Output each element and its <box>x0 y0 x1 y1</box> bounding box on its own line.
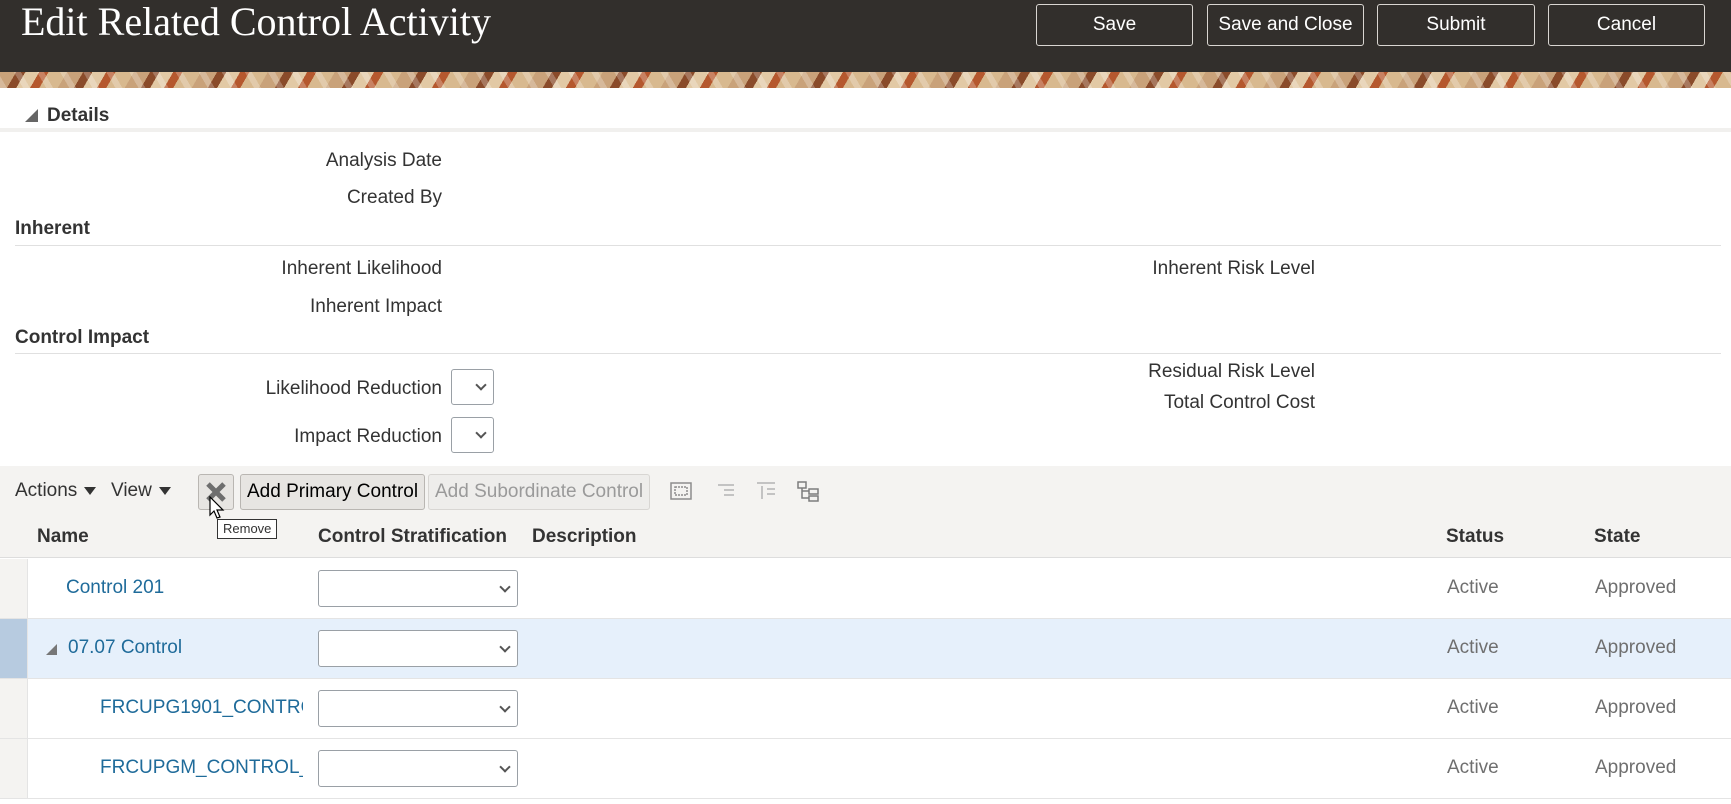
table-row[interactable]: Control 201 Active Approved <box>0 559 1731 619</box>
hierarchy-icon[interactable] <box>796 480 820 502</box>
control-name-link[interactable]: FRCUPG1901_CONTROL1 <box>100 697 303 719</box>
inherent-section-title: Inherent <box>15 218 90 239</box>
actions-menu-label: Actions <box>15 480 78 501</box>
caret-down-icon <box>158 486 171 495</box>
details-header[interactable]: Details <box>0 88 1731 132</box>
inherent-likelihood-label: Inherent Likelihood <box>281 258 442 279</box>
state-value: Approved <box>1595 637 1677 658</box>
chevron-down-icon <box>499 761 511 773</box>
residual-risk-level-label: Residual Risk Level <box>1148 361 1315 382</box>
likelihood-reduction-select[interactable] <box>451 369 494 405</box>
created-by-label: Created By <box>346 187 442 208</box>
control-stratification-select[interactable] <box>318 630 518 667</box>
collapse-triangle-icon[interactable] <box>46 644 57 655</box>
table-toolbar: Actions View Add Primary Control Add Sub… <box>0 466 1731 514</box>
control-name-link[interactable]: FRCUPGM_CONTROL_Da <box>100 757 303 779</box>
chevron-down-icon <box>475 427 487 439</box>
submit-button[interactable]: Submit <box>1377 4 1535 46</box>
page-header: Edit Related Control Activity Save Save … <box>0 0 1731 72</box>
impact-reduction-select[interactable] <box>451 417 494 453</box>
row-selector[interactable] <box>0 559 28 618</box>
save-and-close-button[interactable]: Save and Close <box>1207 4 1364 46</box>
row-selector[interactable] <box>0 679 28 738</box>
description-field[interactable] <box>530 751 1220 785</box>
column-header-stratification[interactable]: Control Stratification <box>318 526 507 548</box>
inherent-impact-label: Inherent Impact <box>309 296 442 317</box>
branding-banner <box>0 72 1731 88</box>
indent-icon[interactable] <box>714 480 738 502</box>
status-value: Active <box>1447 637 1499 658</box>
column-header-description[interactable]: Description <box>532 526 637 548</box>
chevron-down-icon <box>499 581 511 593</box>
details-title: Details <box>47 105 110 126</box>
control-stratification-select[interactable] <box>318 690 518 727</box>
cancel-button[interactable]: Cancel <box>1548 4 1705 46</box>
analysis-date-label: Analysis Date <box>325 150 442 171</box>
table-row[interactable]: FRCUPGM_CONTROL_Da Active Approved <box>0 739 1731 799</box>
divider <box>15 353 1721 354</box>
row-selector[interactable] <box>0 619 28 678</box>
chevron-down-icon <box>475 379 487 391</box>
add-primary-control-button[interactable]: Add Primary Control <box>240 474 426 510</box>
status-value: Active <box>1447 577 1499 598</box>
remove-tooltip: Remove <box>217 519 278 539</box>
control-name-link[interactable]: 07.07 Control <box>68 637 296 659</box>
save-button[interactable]: Save <box>1036 4 1193 46</box>
view-menu[interactable]: View <box>111 480 171 502</box>
caret-down-icon <box>84 486 97 495</box>
total-control-cost-label: Total Control Cost <box>1163 392 1315 413</box>
table-row[interactable]: 07.07 Control Active Approved <box>0 619 1731 679</box>
likelihood-reduction-label: Likelihood Reduction <box>265 378 442 399</box>
inherent-risk-level-label: Inherent Risk Level <box>1152 258 1315 279</box>
divider <box>15 245 1721 246</box>
state-value: Approved <box>1595 697 1677 718</box>
detach-table-icon[interactable] <box>669 480 693 502</box>
add-subordinate-control-button[interactable]: Add Subordinate Control <box>428 474 651 510</box>
table-row[interactable]: FRCUPG1901_CONTROL1 Active Approved <box>0 679 1731 739</box>
control-stratification-select[interactable] <box>318 750 518 787</box>
state-value: Approved <box>1595 757 1677 778</box>
status-value: Active <box>1447 697 1499 718</box>
chevron-down-icon <box>499 641 511 653</box>
view-menu-label: View <box>111 480 152 501</box>
status-value: Active <box>1447 757 1499 778</box>
column-header-state[interactable]: State <box>1594 526 1640 548</box>
move-to-top-icon[interactable] <box>754 480 778 502</box>
column-header-name[interactable]: Name <box>37 526 89 548</box>
row-selector[interactable] <box>0 739 28 798</box>
chevron-down-icon <box>499 701 511 713</box>
control-stratification-select[interactable] <box>318 570 518 607</box>
collapse-triangle-icon[interactable] <box>25 109 38 122</box>
control-name-link[interactable]: Control 201 <box>66 577 296 599</box>
page-title: Edit Related Control Activity <box>21 0 491 44</box>
state-value: Approved <box>1595 577 1677 598</box>
mouse-cursor-icon <box>209 496 225 519</box>
column-header-status[interactable]: Status <box>1446 526 1504 548</box>
control-impact-section-title: Control Impact <box>15 327 150 348</box>
actions-menu[interactable]: Actions <box>15 480 97 502</box>
impact-reduction-label: Impact Reduction <box>294 426 442 447</box>
